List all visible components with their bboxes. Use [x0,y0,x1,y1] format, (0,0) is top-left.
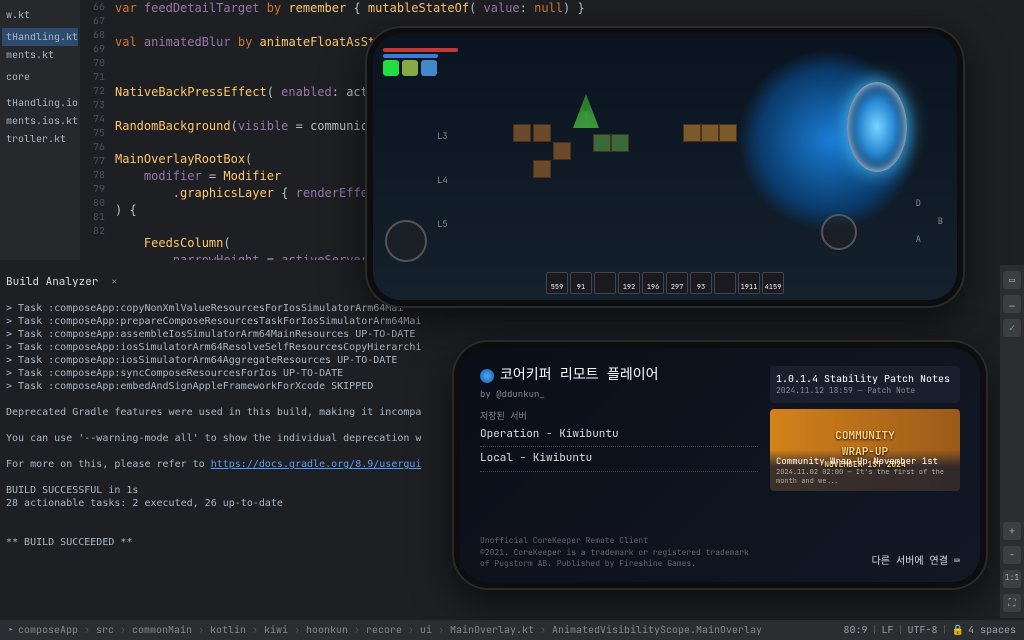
app-icon [480,369,494,383]
breadcrumb-item[interactable]: commonMain [132,623,192,636]
file-item[interactable]: troller.kt [2,130,78,148]
buff-icon [402,60,418,76]
file-item[interactable]: ments.kt [2,46,78,64]
tree [573,94,599,128]
hotbar-slot[interactable]: 196 [642,272,664,294]
build-success-icon: ✓ [1003,319,1021,337]
breadcrumb-item[interactable]: AnimatedVisibilityScope.MainOverlay [552,623,762,636]
button-label: L5 [437,218,448,231]
file-item[interactable]: tHandling.ios.kt [2,94,78,112]
button-label: D [916,197,921,210]
rail-button[interactable]: … [1003,295,1021,313]
rail-button[interactable]: ▭ [1003,271,1021,289]
hotbar-slot[interactable]: 4159 [762,272,784,294]
virtual-joystick[interactable] [821,214,857,250]
hotbar-slot[interactable]: 93 [690,272,712,294]
project-file-tree[interactable]: w.kt tHandling.ktments.kt core tHandling.io… [0,0,80,260]
card-title: Community Wrap-Up November 1st [776,455,954,468]
tile [611,134,629,152]
app-menu[interactable]: 코어키퍼 리모트 플레이어 by @ddunkun_ 저장된 서버 Operat… [460,348,980,582]
hotbar[interactable]: 55991 19219629793 19114159 [546,272,784,294]
game-scene [373,34,957,300]
tile [513,124,531,142]
card-subtitle: 2024.11.02 02:00 — It's the first of the… [776,468,954,488]
file-item[interactable]: core [2,68,78,86]
community-card[interactable]: COMMUNITY WRAP-UP NOVEMBER 1ST 2024 Comm… [770,409,960,491]
zoom-ratio[interactable]: 1:1 [1003,570,1021,588]
gradle-docs-link[interactable]: https://docs.gradle.org/8.9/userguide/co… [211,459,421,470]
game-screen[interactable]: L3 L4 L5 A B D 55991 19219629793 19114159 [373,34,957,300]
build-tab-label: Build Analyzer [6,275,98,289]
editor-gutter: 6667686970717273747576777879808182 [85,0,109,238]
connect-other-button[interactable]: 다른 서버에 연결 ⌨ [872,554,960,568]
file-item[interactable]: tHandling.kt [2,28,78,46]
breadcrumb-item[interactable]: kotlin [210,623,246,636]
buff-icon [421,60,437,76]
tile [719,124,737,142]
breadcrumb-item[interactable]: hoonkun [306,623,348,636]
button-label: L4 [437,174,448,187]
section-label: 저장된 서버 [480,410,758,423]
hotbar-slot[interactable]: 297 [666,272,688,294]
card-subtitle: 2024.11.12 18:59 — Patch Note [776,386,954,397]
file-item[interactable]: ments.ios.kt [2,112,78,130]
breadcrumb-item[interactable]: kiwi [264,623,288,636]
zoom-in-button[interactable]: + [1003,522,1021,540]
footer-text: Unofficial CoreKeeper Remote Client ©202… [480,536,760,570]
build-output[interactable]: > Task :composeApp:copyNonXmlValueResour… [6,302,421,608]
line-ending[interactable]: LF [882,623,894,637]
app-author: by @ddunkun_ [480,388,758,401]
breadcrumb-item[interactable]: ui [420,623,432,636]
indent[interactable]: 4 spaces [968,623,1016,637]
tile [553,142,571,160]
server-item[interactable]: Operation - Kiwibuntu [480,423,758,447]
status-bar: ▸ composeApp › src › commonMain › kotlin… [0,620,1024,640]
breadcrumb-item[interactable]: MainOverlay.kt [450,623,534,636]
breadcrumb-item[interactable]: composeApp [18,623,78,636]
hotbar-slot[interactable]: 1911 [738,272,760,294]
hotbar-slot[interactable]: 559 [546,272,568,294]
hotbar-slot[interactable] [714,272,736,294]
phone-game: L3 L4 L5 A B D 55991 19219629793 19114159 [365,26,965,308]
breadcrumb-item[interactable]: recore [366,623,402,636]
hotbar-slot[interactable] [594,272,616,294]
tile [701,124,719,142]
hp-bar [383,48,458,52]
portal [847,82,907,172]
tile [683,124,701,142]
button-label: A [916,233,921,246]
folder-icon: ▸ [8,623,14,637]
server-item[interactable]: Local - Kiwibuntu [480,447,758,471]
zoom-out-button[interactable]: − [1003,546,1021,564]
editor-right-rail: ▭ … ✓ + − 1:1 ⛶ [1000,265,1024,618]
keyboard-icon: ⌨ [954,554,960,567]
button-label: L3 [437,130,448,143]
encoding[interactable]: UTF-8 [908,623,938,637]
close-icon[interactable]: × [111,275,118,289]
fit-button[interactable]: ⛶ [1003,594,1021,612]
hud [383,40,473,58]
breadcrumb-item[interactable]: src [96,623,114,636]
mp-bar [383,54,438,58]
virtual-joystick[interactable] [385,220,427,262]
buff-icons [383,60,437,76]
button-label: B [938,215,943,228]
tile [533,160,551,178]
hotbar-slot[interactable]: 192 [618,272,640,294]
buff-icon [383,60,399,76]
tile [533,124,551,142]
build-tab[interactable]: Build Analyzer × [6,275,118,290]
patch-notes-card[interactable]: 1.0.1.4 Stability Patch Notes 2024.11.12… [770,366,960,403]
tile [593,134,611,152]
card-title: 1.0.1.4 Stability Patch Notes [776,372,954,386]
file-item[interactable]: w.kt [2,6,78,24]
lock-icon: 🔒 [952,623,964,637]
app-title: 코어키퍼 리모트 플레이어 [500,366,658,386]
cursor-position[interactable]: 80:9 [844,623,868,637]
phone-menu: 코어키퍼 리모트 플레이어 by @ddunkun_ 저장된 서버 Operat… [452,340,988,590]
hotbar-slot[interactable]: 91 [570,272,592,294]
